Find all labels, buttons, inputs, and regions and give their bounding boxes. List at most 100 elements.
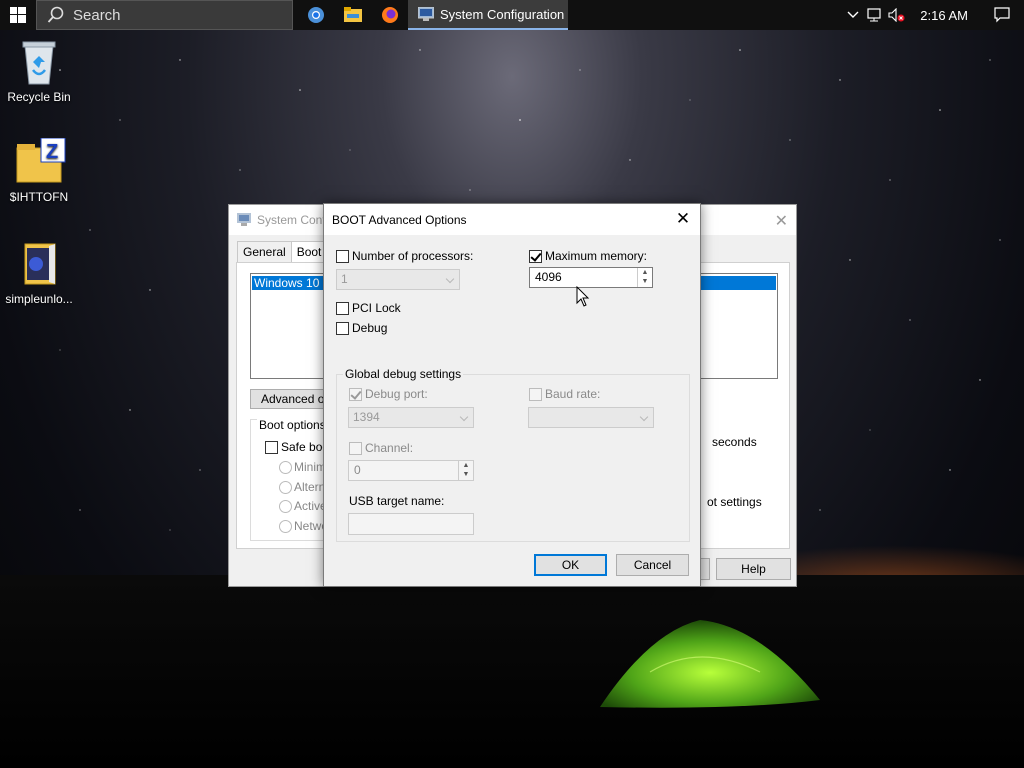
ok-button[interactable]: OK — [534, 554, 607, 576]
radio-circle — [279, 499, 292, 513]
search-placeholder: Search — [73, 6, 121, 24]
maximum-memory-input[interactable]: 4096 ▲ ▼ — [529, 267, 653, 288]
safe-boot-label: Safe boo — [281, 440, 330, 454]
spin-down-icon[interactable]: ▼ — [638, 277, 652, 286]
desktop-icon-label: $IHTTOFN — [9, 190, 69, 204]
system-configuration-icon — [418, 7, 434, 21]
volume-status[interactable] — [886, 0, 908, 30]
maximum-memory-checkbox[interactable]: Maximum memory: — [529, 249, 647, 263]
notification-icon — [994, 7, 1010, 23]
checkbox-box — [265, 440, 278, 454]
syscfg-close-button[interactable]: ✕ — [775, 211, 788, 231]
radio-active-directory[interactable]: Active — [279, 499, 327, 513]
installer-icon — [15, 240, 63, 288]
chevron-up-icon — [847, 11, 859, 18]
desktop-icon-ihttofn[interactable]: Z $IHTTOFN — [1, 137, 77, 204]
timeout-seconds-label: seconds — [712, 435, 757, 449]
make-permanent-label: ot settings — [707, 495, 762, 509]
radio-circle — [279, 460, 292, 474]
debug-port-label: Debug port: — [365, 387, 428, 401]
debug-checkbox[interactable]: Debug — [336, 321, 387, 335]
global-debug-settings-group: Global debug settings Debug port: 1394 B… — [336, 367, 690, 542]
chrome-icon — [307, 7, 324, 23]
taskbar-system-configuration[interactable]: System Configuration — [408, 0, 568, 30]
usb-target-name-label: USB target name: — [349, 494, 445, 508]
number-of-processors-checkbox[interactable]: Number of processors: — [336, 249, 473, 263]
action-center-button[interactable] — [980, 0, 1024, 30]
checkbox-box — [336, 301, 349, 315]
number-of-processors-dropdown[interactable]: 1 — [336, 269, 460, 290]
desktop-icon-recycle-bin[interactable]: Recycle Bin — [1, 38, 77, 104]
maximum-memory-value: 4096 — [535, 270, 562, 284]
tent-image — [600, 620, 820, 708]
desktop-icon-label: Recycle Bin — [7, 90, 71, 104]
chevron-down-icon — [445, 274, 455, 284]
recycle-bin-icon — [15, 38, 63, 86]
spin-down-icon[interactable]: ▼ — [459, 470, 473, 479]
taskbar-firefox[interactable] — [371, 0, 408, 30]
spin-up-icon[interactable]: ▲ — [638, 268, 652, 277]
zip-folder-icon: Z — [15, 137, 66, 186]
safe-boot-checkbox[interactable]: Safe boo — [265, 440, 329, 454]
radio-circle — [279, 519, 292, 533]
debug-port-dropdown[interactable]: 1394 — [348, 407, 474, 428]
network-icon — [867, 8, 881, 22]
taskbar-file-explorer[interactable] — [334, 0, 371, 30]
speaker-muted-icon — [888, 8, 905, 22]
channel-checkbox[interactable]: Channel: — [349, 441, 413, 455]
baud-rate-dropdown[interactable] — [528, 407, 654, 428]
file-explorer-icon — [343, 7, 362, 22]
channel-value: 0 — [354, 463, 361, 477]
chevron-down-icon — [639, 412, 649, 422]
debug-label: Debug — [352, 321, 388, 335]
start-button[interactable] — [0, 0, 36, 30]
baud-rate-label: Baud rate: — [545, 387, 601, 401]
radio-alternate-shell[interactable]: Altern — [279, 480, 325, 494]
tab-general[interactable]: General — [237, 241, 292, 263]
channel-label: Channel: — [365, 441, 414, 455]
help-button[interactable]: Help — [716, 558, 791, 580]
cancel-button[interactable]: Cancel — [616, 554, 689, 576]
pci-lock-checkbox[interactable]: PCI Lock — [336, 301, 401, 315]
chevron-down-icon — [459, 412, 469, 422]
mouse-cursor-icon — [576, 286, 590, 307]
dialog-close-button[interactable]: ✕ — [674, 209, 692, 229]
radio-label: Active — [294, 499, 327, 513]
windows-logo-icon — [10, 7, 26, 23]
firefox-icon — [381, 7, 398, 23]
syscfg-tabs: General Boot — [237, 241, 328, 263]
boot-options-legend: Boot options — [257, 418, 328, 432]
system-configuration-icon — [237, 213, 251, 226]
pci-lock-label: PCI Lock — [352, 301, 401, 315]
usb-target-name-input[interactable] — [348, 513, 474, 535]
global-debug-settings-legend: Global debug settings — [343, 367, 464, 381]
taskbar-chrome[interactable] — [297, 0, 334, 30]
number-of-processors-label: Number of processors: — [352, 249, 474, 263]
svg-text:Z: Z — [46, 141, 58, 163]
debug-port-checkbox[interactable]: Debug port: — [349, 387, 428, 401]
taskbar-clock[interactable]: 2:16 AM — [908, 8, 980, 23]
maximum-memory-label: Maximum memory: — [545, 249, 648, 263]
checkbox-box — [336, 249, 349, 263]
dialog-titlebar[interactable]: BOOT Advanced Options — [324, 204, 700, 235]
checkbox-box — [529, 387, 542, 401]
tab-boot[interactable]: Boot — [290, 241, 328, 263]
show-hidden-icons-button[interactable] — [842, 0, 864, 30]
channel-input[interactable]: 0 ▲ ▼ — [348, 460, 474, 481]
network-status[interactable] — [864, 0, 886, 30]
taskbar-app-title: System Configuration — [440, 6, 565, 22]
processors-value: 1 — [341, 272, 348, 286]
radio-circle — [279, 480, 292, 494]
boot-advanced-options-dialog: BOOT Advanced Options ✕ Number of proces… — [323, 203, 701, 587]
dialog-title: BOOT Advanced Options — [332, 212, 467, 227]
radio-label: Altern — [294, 480, 326, 494]
radio-network[interactable]: Netwo — [279, 519, 328, 533]
baud-rate-checkbox[interactable]: Baud rate: — [529, 387, 600, 401]
desktop-icon-simpleunlocker[interactable]: simpleunlo... — [1, 240, 77, 306]
search-icon — [47, 6, 64, 23]
spinner-buttons: ▲ ▼ — [458, 461, 473, 480]
checkbox-box — [349, 441, 362, 455]
taskbar-search-box[interactable]: Search — [36, 0, 293, 30]
spin-up-icon[interactable]: ▲ — [459, 461, 473, 470]
checkbox-box — [349, 387, 362, 401]
